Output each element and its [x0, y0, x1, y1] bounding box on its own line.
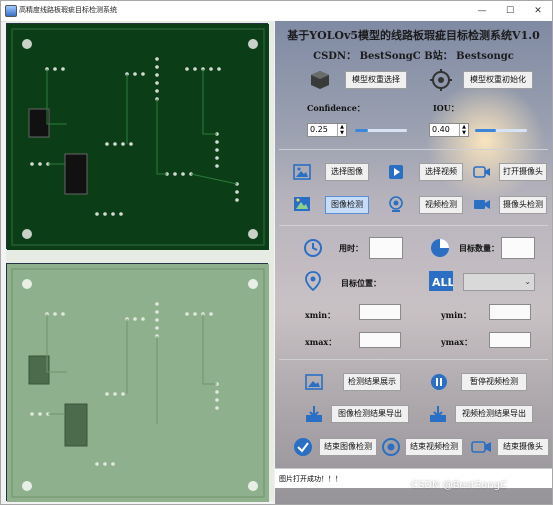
time-label: 用时： [339, 243, 363, 253]
video-camera-icon [474, 200, 490, 209]
xmin-field [359, 304, 401, 320]
video-detect-button[interactable]: 视频检测 [419, 196, 463, 214]
close-icon[interactable]: ✕ [525, 1, 551, 21]
confidence-value: 0.25 [310, 125, 328, 134]
pie-chart-icon [431, 239, 449, 257]
show-results-button[interactable]: 检测结果展示 [343, 373, 401, 391]
window-title: 高精度线路板瑕疵目标检测系统 [19, 6, 117, 14]
end-image-button[interactable]: 结束图像检测 [319, 438, 377, 456]
export-image-button[interactable]: 图像检测结果导出 [331, 405, 409, 423]
watermark: CSDN @BestSongC [411, 480, 507, 491]
author-info: CSDN： BestSongC B站： Bestsongc [313, 51, 514, 62]
target-count-label: 目标数量： [459, 243, 499, 253]
spin-arrows-icon[interactable]: ▲ ▼ [459, 124, 468, 136]
app-window: 高精度线路板瑕疵目标检测系统 — ☐ ✕ 基于YOLOv5模型的线路板瑕疵目标检… [0, 0, 553, 505]
control-pane: 基于YOLOv5模型的线路板瑕疵目标检测系统V1.0 CSDN： BestSon… [275, 21, 552, 504]
camera-off-icon [471, 441, 491, 453]
background-glow [425, 81, 545, 201]
target-position-label: 目标位置： [341, 278, 381, 288]
original-image [6, 23, 269, 250]
ymin-field [489, 304, 531, 320]
pause-video-button[interactable]: 暂停视频检测 [461, 373, 527, 391]
export-image-icon [306, 406, 322, 422]
model-init-button[interactable]: 模型权重初始化 [463, 71, 533, 89]
all-icon: ALL [429, 271, 453, 291]
detected-image [6, 263, 269, 502]
iou-label: IOU： [433, 103, 459, 113]
spin-arrows-icon[interactable]: ▲ ▼ [337, 124, 346, 136]
video-file-icon [389, 165, 403, 179]
camera-detect-button[interactable]: 摄像头检测 [499, 196, 547, 214]
app-icon [5, 5, 17, 17]
pcb-detected-illustration [7, 264, 269, 502]
separator [279, 225, 548, 226]
webcam-icon [389, 196, 403, 212]
separator [279, 149, 548, 150]
chevron-down-icon: ⌄ [524, 277, 531, 286]
export-video-icon [430, 406, 446, 422]
minimize-icon[interactable]: — [469, 1, 495, 21]
select-video-button[interactable]: 选择视频 [419, 163, 463, 181]
image-icon [293, 164, 311, 180]
stop-circle-icon [382, 438, 400, 456]
iou-spinbox[interactable]: 0.40 ▲ ▼ [429, 123, 469, 137]
cube-icon [311, 71, 329, 89]
ymax-label: ymax： [441, 337, 473, 347]
end-camera-button[interactable]: 结束摄像头 [497, 438, 549, 456]
end-video-button[interactable]: 结束视频检测 [405, 438, 463, 456]
xmin-label: xmin： [305, 310, 336, 320]
title-bar: 高精度线路板瑕疵目标检测系统 — ☐ ✕ [1, 1, 552, 22]
svg-text:ALL: ALL [432, 276, 453, 289]
pcb-original-illustration [7, 24, 269, 250]
export-video-button[interactable]: 视频检测结果导出 [455, 405, 533, 423]
xmax-field [359, 332, 401, 348]
image-detect-button[interactable]: 图像检测 [325, 196, 369, 214]
iou-slider[interactable] [475, 129, 527, 132]
model-select-button[interactable]: 模型权重选择 [345, 71, 407, 89]
picture-icon [305, 374, 323, 390]
iou-slider-fill [475, 129, 496, 132]
pause-icon [431, 374, 447, 390]
open-camera-button[interactable]: 打开摄像头 [499, 163, 547, 181]
confidence-spinbox[interactable]: 0.25 ▲ ▼ [307, 123, 347, 137]
ymin-label: ymin： [441, 310, 471, 320]
landscape-icon [294, 197, 310, 211]
separator [279, 359, 548, 360]
ymax-field [489, 332, 531, 348]
camera-icon [473, 166, 490, 178]
maximize-icon[interactable]: ☐ [497, 1, 523, 21]
confidence-slider[interactable] [355, 129, 407, 132]
target-count-field [501, 237, 535, 259]
select-image-button[interactable]: 选择图像 [325, 163, 369, 181]
iou-value: 0.40 [432, 125, 450, 134]
app-heading: 基于YOLOv5模型的线路板瑕疵目标检测系统V1.0 [287, 29, 540, 42]
location-pin-icon [305, 271, 321, 291]
confidence-slider-fill [355, 129, 368, 132]
check-circle-icon [294, 438, 312, 456]
confidence-label: Confidence： [307, 103, 365, 113]
time-value-field [369, 237, 403, 259]
target-icon [430, 69, 452, 91]
xmax-label: xmax： [305, 337, 337, 347]
target-selector-dropdown[interactable]: ⌄ [463, 273, 535, 291]
clock-icon [304, 239, 322, 257]
